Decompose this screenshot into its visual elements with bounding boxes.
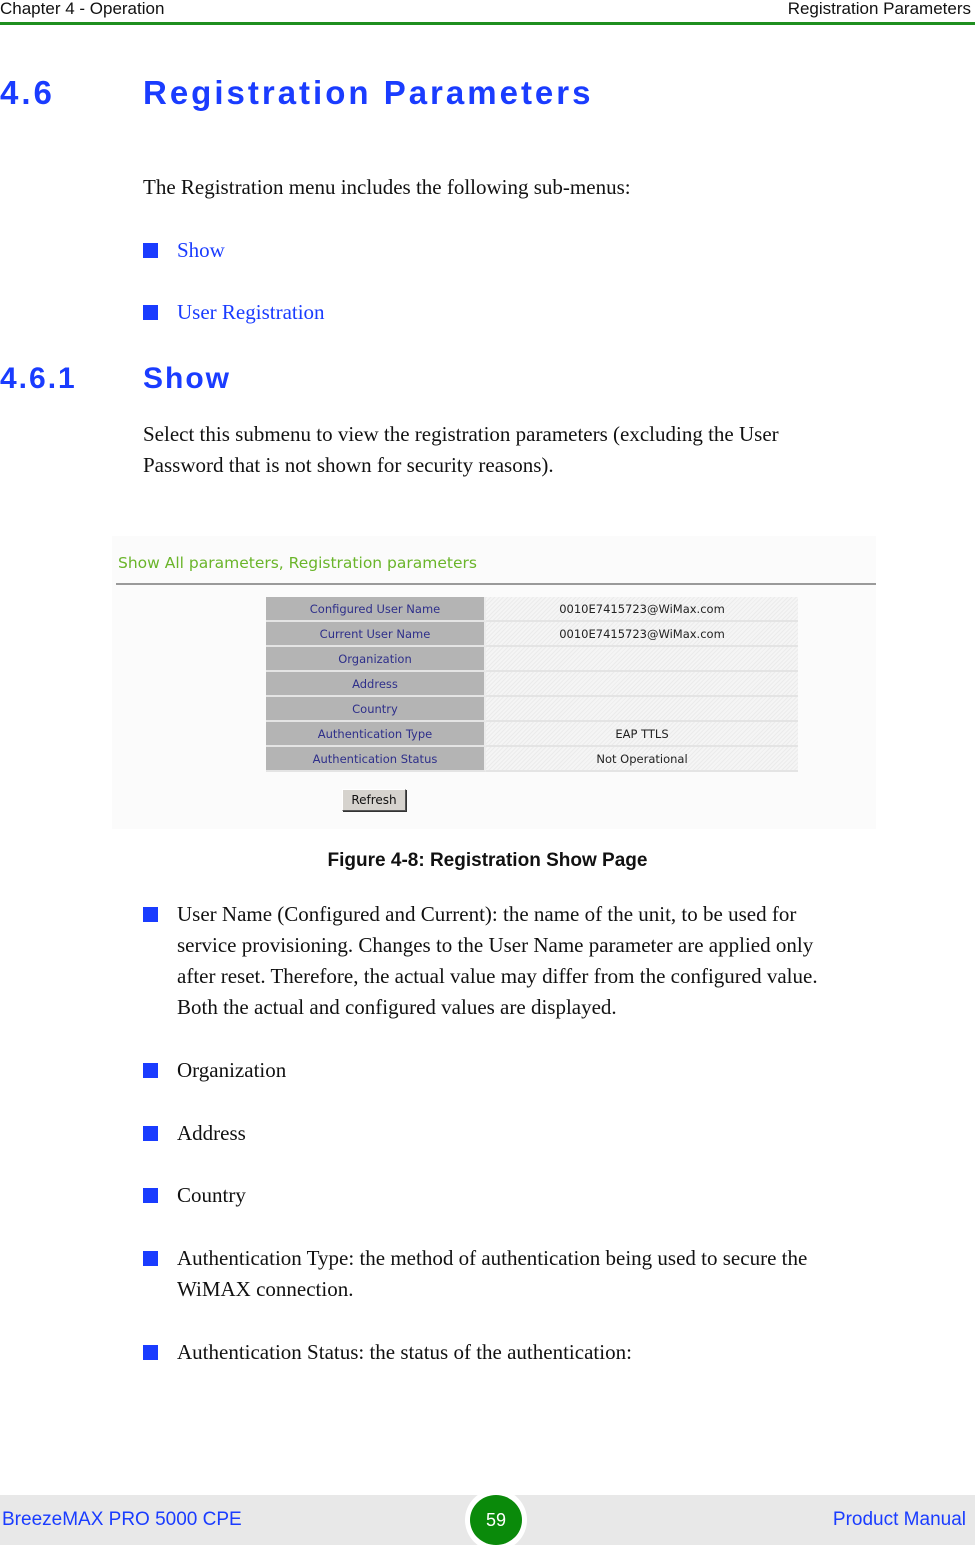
body-line: Select this submenu to view the registra… (143, 422, 779, 446)
bullet-square-icon (143, 1251, 158, 1266)
row-label: Address (266, 672, 486, 697)
row-value (486, 647, 798, 672)
table-row: Address (266, 672, 798, 697)
page-header: Chapter 4 - Operation Registration Param… (0, 0, 975, 25)
body-line: Password that is not shown for security … (143, 453, 554, 477)
bullet-line: after reset. Therefore, the actual value… (177, 964, 818, 988)
table-row: Organization (266, 647, 798, 672)
document-type: Product Manual (832, 1509, 966, 1530)
table-row: Country (266, 697, 798, 722)
product-name: BreezeMAX PRO 5000 CPE (2, 1509, 242, 1530)
subsection-number: 4.6.1 (0, 362, 77, 395)
refresh-button[interactable]: Refresh (342, 789, 406, 811)
panel-title: Show All parameters, Registration parame… (118, 554, 477, 572)
bullet-line: User Name (Configured and Current): the … (177, 902, 797, 926)
row-label: Authentication Type (266, 722, 486, 747)
intro-text: The Registration menu includes the follo… (143, 175, 631, 199)
bullet-square-icon (143, 1188, 158, 1203)
bullet-line: Organization (177, 1058, 287, 1082)
submenu-item-user-registration[interactable]: User Registration (143, 297, 953, 328)
bullet-user-name: User Name (Configured and Current): the … (143, 899, 953, 1023)
row-label: Organization (266, 647, 486, 672)
table-row: Authentication Type EAP TTLS (266, 722, 798, 747)
bullet-authentication-status: Authentication Status: the status of the… (143, 1337, 953, 1368)
bullet-square-icon (143, 243, 158, 258)
bullet-line: Address (177, 1121, 246, 1145)
bullet-line: WiMAX connection. (177, 1277, 354, 1301)
bullet-square-icon (143, 1063, 158, 1078)
submenu-item-show[interactable]: Show (143, 235, 953, 266)
page-footer: BreezeMAX PRO 5000 CPE 59 Product Manual (0, 1489, 975, 1551)
registration-show-screenshot: Show All parameters, Registration parame… (112, 536, 876, 829)
section-label: Registration Parameters (787, 0, 971, 18)
row-value: Not Operational (486, 747, 798, 772)
bullet-authentication-type: Authentication Type: the method of authe… (143, 1243, 953, 1305)
subsection-title: Show (143, 362, 231, 395)
bullet-square-icon (143, 907, 158, 922)
section-heading: 4.6 Registration Parameters (0, 74, 593, 112)
page-number-badge: 59 (470, 1495, 522, 1545)
bullet-square-icon (143, 1345, 158, 1360)
row-label: Authentication Status (266, 747, 486, 772)
submenu-link[interactable]: Show (177, 235, 953, 266)
subsection-body: Select this submenu to view the registra… (143, 419, 779, 481)
row-value (486, 697, 798, 722)
row-value: 0010E7415723@WiMax.com (486, 622, 798, 647)
submenu-link[interactable]: User Registration (177, 297, 953, 328)
section-number: 4.6 (0, 74, 55, 111)
table-row: Current User Name 0010E7415723@WiMax.com (266, 622, 798, 647)
table-row: Authentication Status Not Operational (266, 747, 798, 772)
bullet-square-icon (143, 305, 158, 320)
row-value: 0010E7415723@WiMax.com (486, 597, 798, 622)
registration-parameters-table: Configured User Name 0010E7415723@WiMax.c… (266, 597, 798, 772)
bullet-line: Authentication Type: the method of authe… (177, 1246, 808, 1270)
row-label: Configured User Name (266, 597, 486, 622)
bullet-country: Country (143, 1180, 953, 1211)
row-value: EAP TTLS (486, 722, 798, 747)
bullet-square-icon (143, 1126, 158, 1141)
bullet-line: Both the actual and configured values ar… (177, 995, 617, 1019)
table-row: Configured User Name 0010E7415723@WiMax.c… (266, 597, 798, 622)
row-label: Current User Name (266, 622, 486, 647)
chapter-label: Chapter 4 - Operation (0, 0, 165, 18)
row-value (486, 672, 798, 697)
bullet-line: Country (177, 1183, 246, 1207)
panel-divider (116, 583, 876, 585)
bullet-organization: Organization (143, 1055, 953, 1086)
bullet-line: Authentication Status: the status of the… (177, 1340, 632, 1364)
bullet-line: service provisioning. Changes to the Use… (177, 933, 814, 957)
bullet-address: Address (143, 1118, 953, 1149)
subsection-heading: 4.6.1 Show (0, 362, 231, 396)
row-label: Country (266, 697, 486, 722)
section-title: Registration Parameters (143, 74, 594, 111)
figure-caption: Figure 4-8: Registration Show Page (327, 850, 648, 871)
